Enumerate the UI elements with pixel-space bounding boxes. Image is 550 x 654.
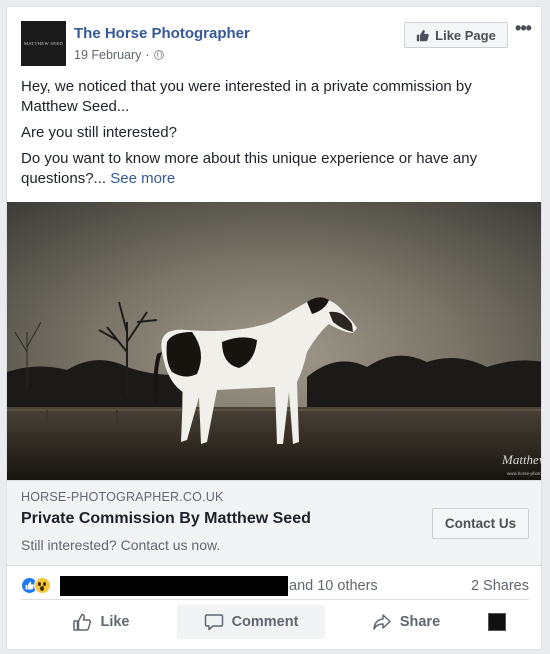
comment-icon (204, 614, 223, 631)
share-button[interactable]: Share (361, 605, 451, 639)
link-preview[interactable]: HORSE-PHOTOGRAPHER.CO.UK Private Commiss… (7, 480, 541, 566)
comment-label: Comment (231, 614, 299, 630)
post-text-line-1: Hey, we noticed that you were interested… (21, 78, 472, 115)
post-actions: Like Comment Share (21, 603, 529, 641)
like-page-button[interactable]: Like Page (404, 22, 508, 48)
reactions-bar: and 10 others 2 Shares (21, 572, 529, 600)
page-logo[interactable]: MATTHEW SEED (21, 21, 66, 66)
comment-button[interactable]: Comment (177, 605, 325, 639)
wow-reaction-icon[interactable] (34, 577, 51, 594)
page-name-link[interactable]: The Horse Photographer (74, 25, 250, 42)
like-button[interactable]: Like (61, 605, 141, 639)
post-text-line-2: Are you still interested? (21, 124, 177, 141)
post-message: Hey, we noticed that you were interested… (21, 77, 521, 195)
shares-count[interactable]: 2 Shares (471, 578, 529, 594)
share-arrow-icon (373, 614, 391, 630)
thumbs-up-icon (416, 29, 429, 41)
share-label: Share (399, 614, 441, 630)
actor-avatar[interactable] (488, 613, 506, 631)
link-description: Still interested? Contact us now. (21, 537, 221, 553)
post-meta: 19 February · (74, 48, 164, 62)
thumbs-up-icon (25, 581, 34, 590)
horse-photo: Matthew www.horse-photographer.co.uk (7, 202, 542, 480)
like-label: Like (100, 614, 130, 630)
contact-us-button[interactable]: Contact Us (432, 508, 529, 539)
post-text-line-3-body: Do you want to know more about this uniq… (21, 150, 478, 187)
meta-separator: · (145, 48, 150, 62)
see-more-link[interactable]: See more (110, 170, 175, 187)
post-text-line-3: Do you want to know more about this uniq… (21, 149, 521, 189)
reaction-others-count[interactable]: and 10 others (289, 578, 378, 594)
like-page-label: Like Page (435, 27, 496, 43)
post-card: MATTHEW SEED The Horse Photographer 19 F… (6, 6, 542, 650)
post-date[interactable]: 19 February (74, 48, 141, 62)
link-title[interactable]: Private Commission By Matthew Seed (21, 510, 311, 528)
redacted-names (60, 576, 288, 596)
more-options-icon[interactable]: ••• (512, 19, 534, 41)
photo-signature: Matthew (501, 452, 542, 467)
page-logo-text: MATTHEW SEED (23, 41, 64, 46)
thumbs-up-outline-icon (73, 613, 92, 631)
photo-watermark: www.horse-photographer.co.uk (507, 471, 542, 476)
globe-icon (153, 50, 164, 60)
link-domain: HORSE-PHOTOGRAPHER.CO.UK (21, 490, 224, 504)
post-image[interactable]: Matthew www.horse-photographer.co.uk (7, 202, 542, 480)
post-header: MATTHEW SEED The Horse Photographer 19 F… (21, 19, 532, 71)
